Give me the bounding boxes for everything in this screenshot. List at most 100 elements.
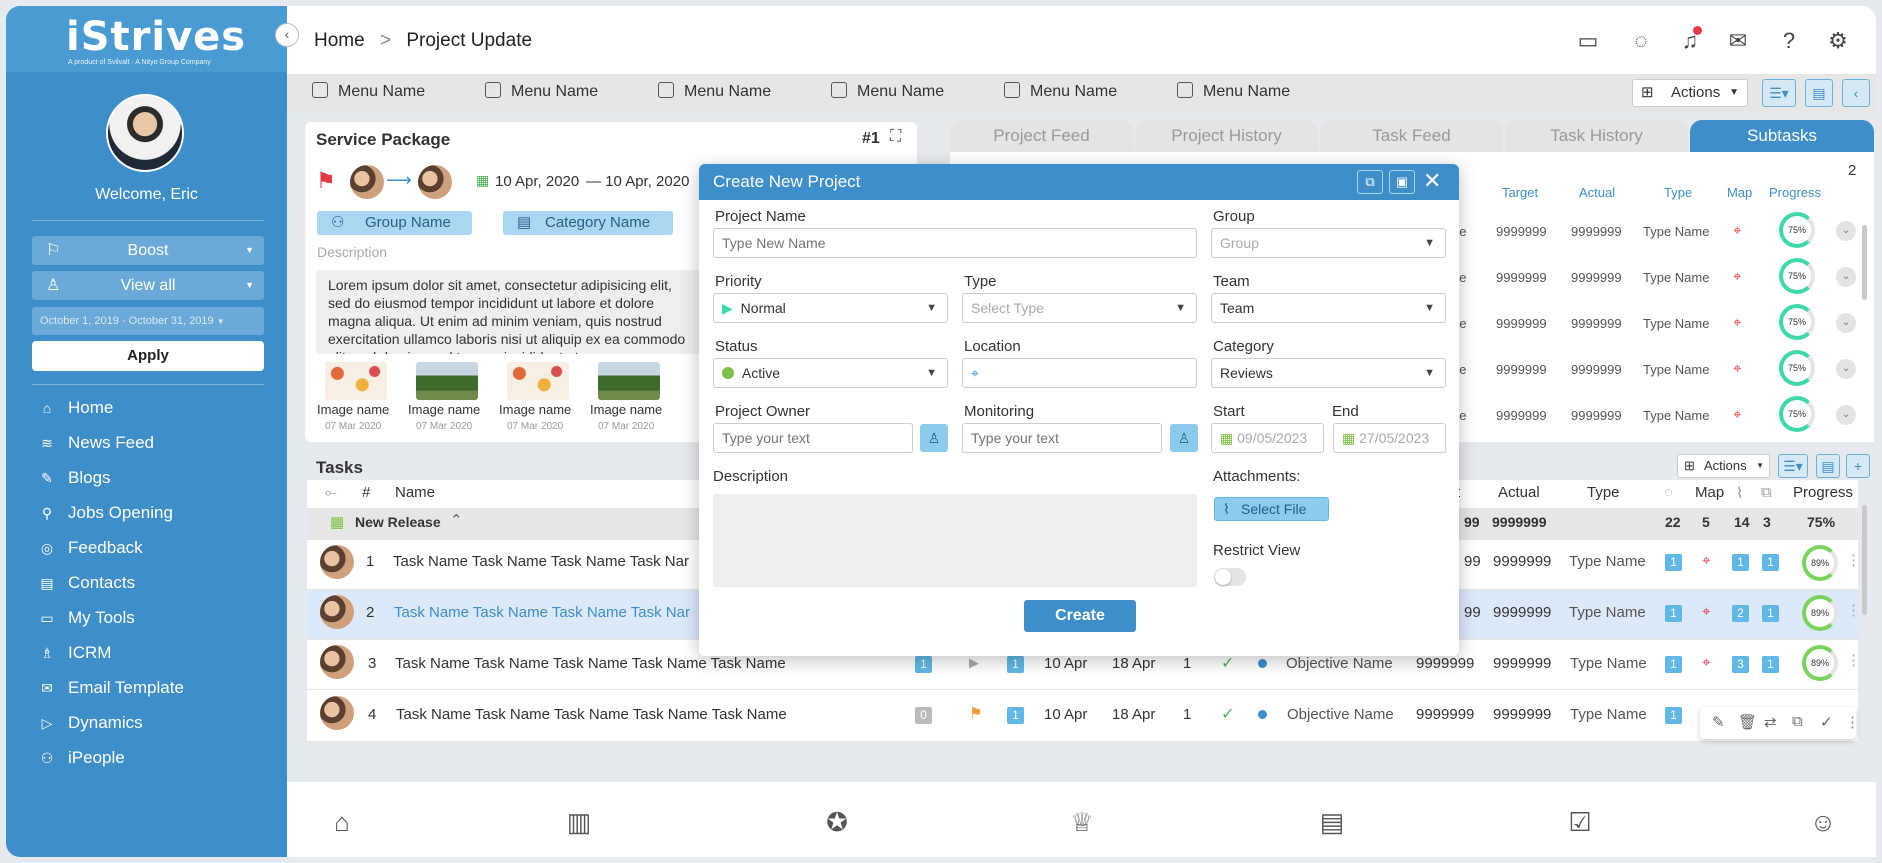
minimize-button[interactable]: ⧉ <box>1357 170 1383 194</box>
map-pin-icon[interactable]: ⌖ <box>1733 360 1741 377</box>
board-view-button[interactable]: ▤ <box>1805 79 1833 107</box>
more-vertical-icon[interactable]: ⋮ <box>1846 651 1861 669</box>
sidebar-item-email-template[interactable]: ✉ Email Template <box>38 676 184 700</box>
image-thumbnail[interactable] <box>325 362 387 400</box>
task-name[interactable]: Task Name Task Name Task Name Task Name … <box>395 655 786 672</box>
expand-row-button[interactable]: ⌄ <box>1836 221 1856 241</box>
home-icon[interactable]: ⌂ <box>325 805 359 839</box>
create-button[interactable]: Create <box>1024 600 1136 632</box>
menu-item[interactable]: Menu Name <box>1177 82 1290 101</box>
chat-icon[interactable]: ◌ <box>1625 25 1657 57</box>
add-task-button[interactable]: + <box>1846 454 1870 478</box>
location-input[interactable]: ⌖ <box>962 358 1197 388</box>
hierarchy-icon[interactable]: ⛶ <box>890 128 901 146</box>
group-select[interactable]: Group ▼ <box>1211 228 1446 258</box>
end-date-input[interactable]: ▦ 27/05/2023 <box>1333 423 1446 453</box>
sidebar-item-contacts[interactable]: ▤ Contacts <box>38 571 135 595</box>
select-file-button[interactable]: ⌇ Select File <box>1214 497 1329 521</box>
chevron-up-icon[interactable]: ⌃ <box>450 511 463 529</box>
boost-select[interactable]: ⚐ Boost ▼ <box>32 236 264 265</box>
mail-icon[interactable]: ✉ <box>1722 25 1754 57</box>
document-icon[interactable]: ▤ <box>1315 805 1349 839</box>
sidebar-item-blogs[interactable]: ✎ Blogs <box>38 466 110 490</box>
sidebar-item-feedback[interactable]: ◎ Feedback <box>38 536 143 560</box>
analytics-icon[interactable]: ▥ <box>562 805 596 839</box>
tasks-board-view-button[interactable]: ▤ <box>1816 454 1840 478</box>
menu-item[interactable]: Menu Name <box>831 82 944 101</box>
priority-select[interactable]: ▶ Normal ▼ <box>713 293 948 323</box>
trophy-icon[interactable]: ♕ <box>1065 805 1099 839</box>
map-pin-icon[interactable]: ⌖ <box>1733 406 1741 423</box>
apply-button[interactable]: Apply <box>32 341 264 371</box>
menu-item[interactable]: Menu Name <box>658 82 771 101</box>
category-tag[interactable]: ▤ Category Name <box>503 211 673 235</box>
breadcrumb-home[interactable]: Home <box>314 30 365 51</box>
map-pin-icon[interactable]: ⌖ <box>1733 314 1741 331</box>
restrict-view-toggle[interactable] <box>1214 568 1246 586</box>
map-pin-icon[interactable]: ⌖ <box>1733 268 1741 285</box>
user-avatar[interactable] <box>106 94 184 172</box>
more-vertical-icon[interactable]: ⋮ <box>1846 601 1861 619</box>
complete-icon[interactable]: ✓ <box>1820 713 1833 731</box>
sidebar-item-icrm[interactable]: ♗ ICRM <box>38 641 112 665</box>
sidebar-item-dynamics[interactable]: ▷ Dynamics <box>38 711 143 735</box>
image-thumbnail[interactable] <box>598 362 660 400</box>
sidebar-item-news-feed[interactable]: ≋ News Feed <box>38 431 154 455</box>
duplicate-icon[interactable]: ⧉ <box>1792 713 1803 730</box>
settings-icon[interactable]: ⚙ <box>1822 25 1854 57</box>
badge-icon[interactable]: ✪ <box>820 805 854 839</box>
help-icon[interactable]: ? <box>1773 25 1805 57</box>
add-owner-button[interactable]: ♙ <box>920 424 948 452</box>
menu-item[interactable]: Menu Name <box>1004 82 1117 101</box>
tab-task-history[interactable]: Task History <box>1505 120 1688 152</box>
image-thumbnail[interactable] <box>507 362 569 400</box>
sidebar-collapse-button[interactable]: ‹ <box>275 23 299 47</box>
task-name[interactable]: Task Name Task Name Task Name Task Nar <box>394 604 690 621</box>
task-name[interactable]: Task Name Task Name Task Name Task Nar <box>393 553 689 570</box>
scrollbar[interactable] <box>1862 225 1867 300</box>
collapse-panel-button[interactable]: ‹ <box>1842 79 1870 107</box>
delete-icon[interactable]: 🗑 <box>1738 713 1757 731</box>
video-call-icon[interactable]: ▭ <box>1572 25 1604 57</box>
sidebar-item-jobs-opening[interactable]: ⚲ Jobs Opening <box>38 501 173 525</box>
date-range-select[interactable]: October 1, 2019 - October 31, 2019 ▼ <box>32 307 264 335</box>
image-thumbnail[interactable] <box>416 362 478 400</box>
scrollbar[interactable] <box>1862 505 1867 615</box>
status-select[interactable]: Active ▼ <box>713 358 948 388</box>
checklist-icon[interactable]: ☑ <box>1563 805 1597 839</box>
expand-row-button[interactable]: ⌄ <box>1836 359 1856 379</box>
tasks-list-view-button[interactable]: ☰▾ <box>1778 454 1808 478</box>
type-select[interactable]: Select Type ▼ <box>962 293 1197 323</box>
actions-dropdown[interactable]: ⊞ Actions ▼ <box>1632 79 1748 107</box>
maximize-button[interactable]: ▣ <box>1389 170 1415 194</box>
monitoring-input[interactable] <box>962 423 1162 453</box>
menu-item[interactable]: Menu Name <box>312 82 425 101</box>
tab-subtasks[interactable]: Subtasks <box>1690 120 1874 152</box>
expand-row-button[interactable]: ⌄ <box>1836 405 1856 425</box>
start-date-input[interactable]: ▦ 09/05/2023 <box>1211 423 1324 453</box>
menu-item[interactable]: Menu Name <box>485 82 598 101</box>
map-pin-icon[interactable]: ⌖ <box>1702 552 1710 569</box>
smiley-icon[interactable]: ☺ <box>1806 805 1840 839</box>
more-vertical-icon[interactable]: ⋮ <box>1846 551 1861 569</box>
project-name-input[interactable] <box>713 228 1197 258</box>
project-owner-input[interactable] <box>713 423 913 453</box>
close-icon[interactable]: ✕ <box>1423 168 1441 194</box>
expand-row-button[interactable]: ⌄ <box>1836 313 1856 333</box>
map-pin-icon[interactable]: ⌖ <box>1702 603 1710 620</box>
group-tag[interactable]: ⚇ Group Name <box>317 211 472 235</box>
edit-icon[interactable]: ✎ <box>1712 713 1725 731</box>
add-monitor-button[interactable]: ♙ <box>1170 424 1198 452</box>
team-select[interactable]: Team ▼ <box>1211 293 1446 323</box>
category-select[interactable]: Reviews ▼ <box>1211 358 1446 388</box>
map-pin-icon[interactable]: ⌖ <box>1702 654 1710 671</box>
description-textarea[interactable] <box>713 494 1197 587</box>
task-name[interactable]: Task Name Task Name Task Name Task Name … <box>396 706 787 723</box>
sidebar-item-my-tools[interactable]: ▭ My Tools <box>38 606 134 630</box>
expand-row-button[interactable]: ⌄ <box>1836 267 1856 287</box>
map-pin-icon[interactable]: ⌖ <box>1733 222 1741 239</box>
tab-project-feed[interactable]: Project Feed <box>950 120 1133 152</box>
view-all-select[interactable]: ♙ View all ▼ <box>32 271 264 300</box>
tab-project-history[interactable]: Project History <box>1135 120 1318 152</box>
sidebar-item-home[interactable]: ⌂ Home <box>38 396 114 420</box>
